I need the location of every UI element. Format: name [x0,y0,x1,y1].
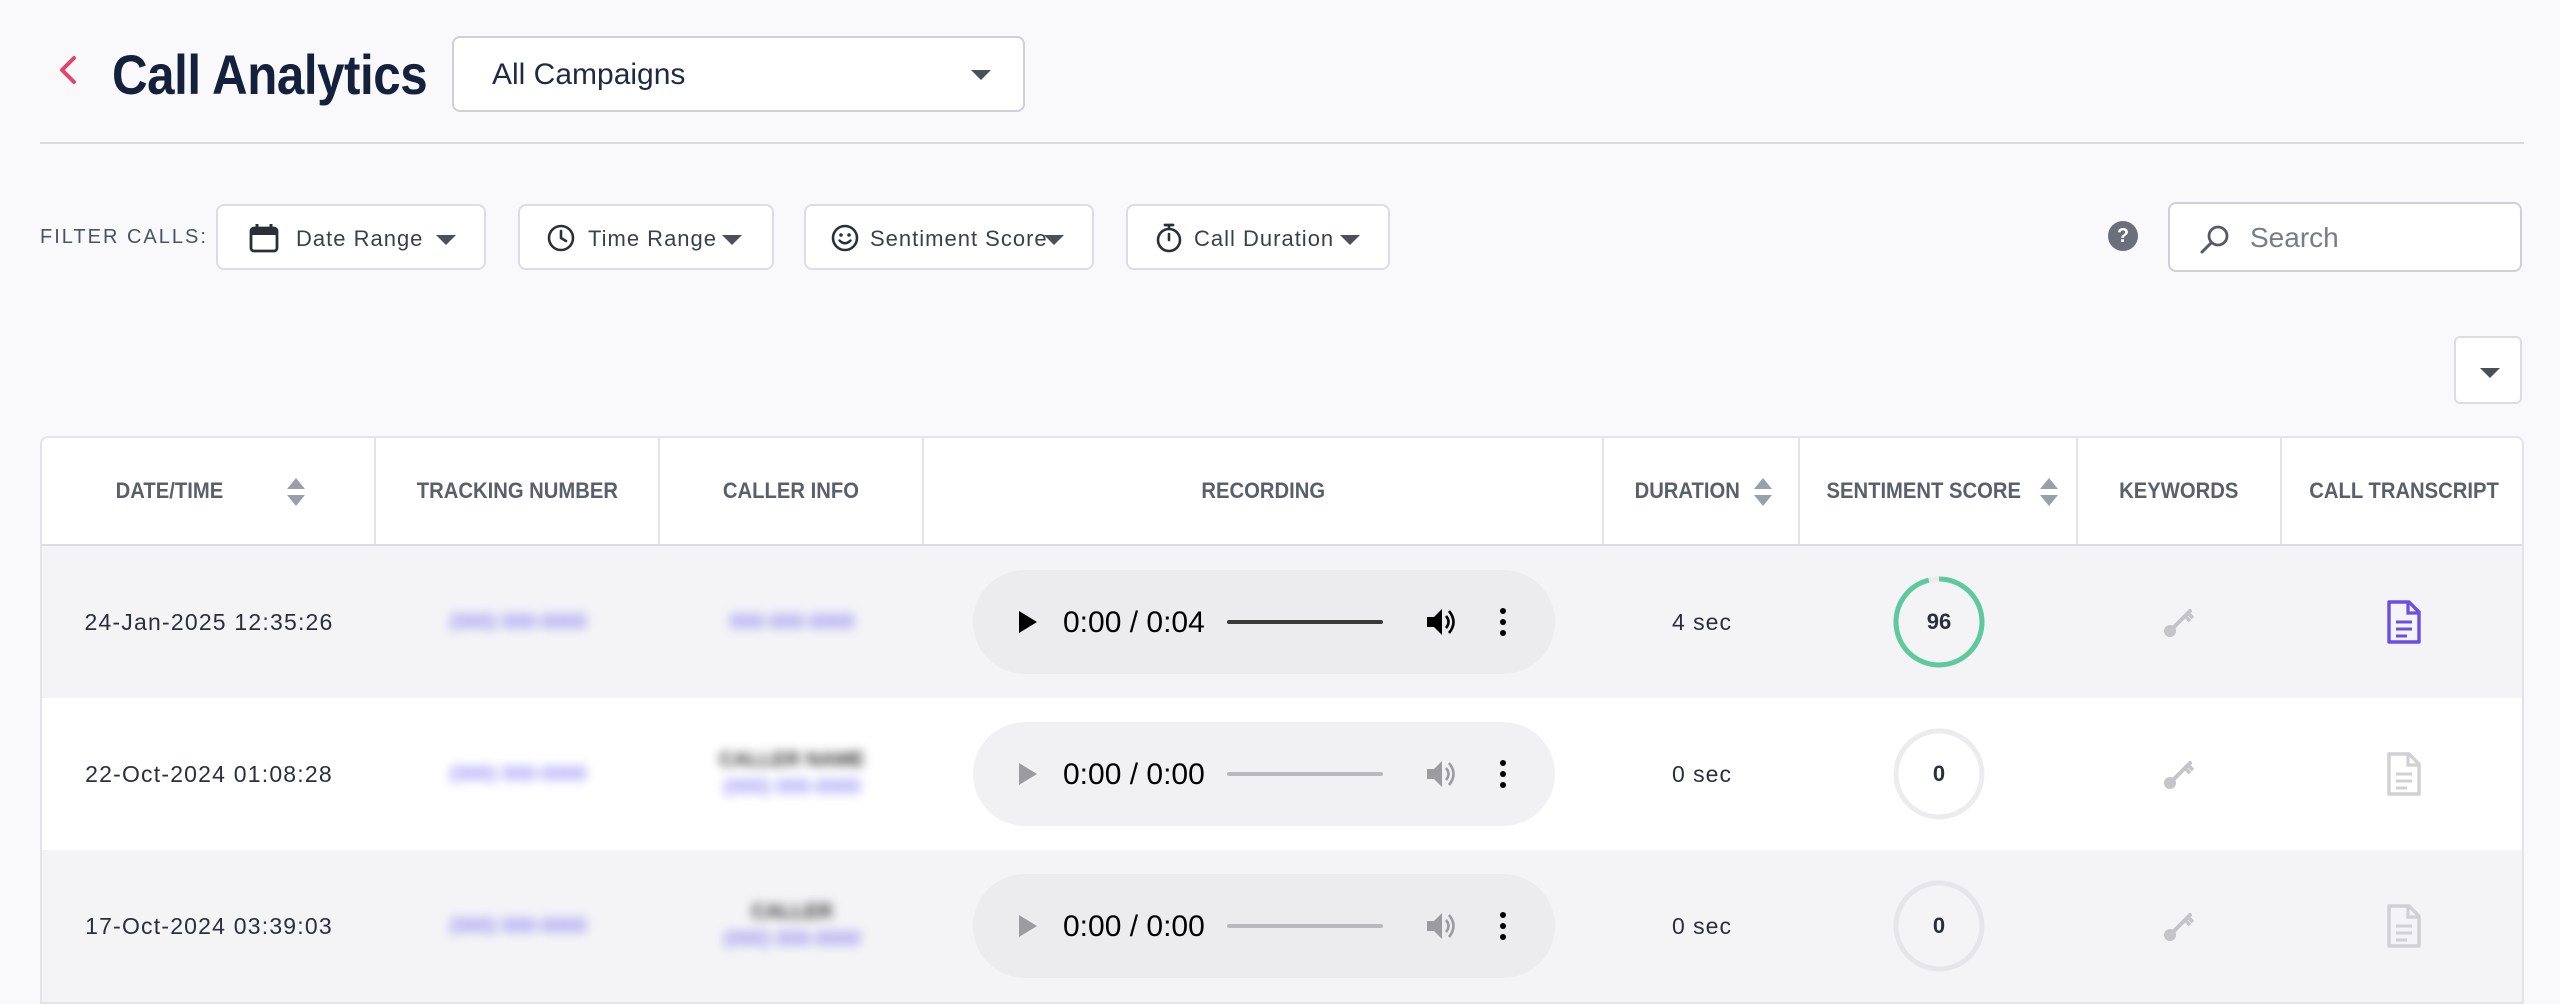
page-title: Call Analytics [112,43,428,106]
transcript-document-icon [2387,752,2421,796]
column-options-dropdown[interactable] [2454,336,2522,404]
search-input[interactable] [2250,218,2500,258]
chevron-down-icon [722,235,742,245]
time-range-label: Time Range [588,226,718,251]
table-row: 22-Oct-2024 01:08:28 (000) 000-0000 CALL… [42,698,2522,850]
chevron-down-icon [2480,368,2500,378]
clock-icon [547,224,575,252]
audio-player: 0:00 / 0:00 [973,874,1555,978]
filter-calls-label: FILTER CALLS: [40,226,208,248]
table-row: 17-Oct-2024 03:39:03 (000) 000-0000 CALL… [42,850,2522,1002]
calls-table: DATE/TIME TRACKING NUMBER CALLER INFO RE… [40,436,2524,1004]
sentiment-score-ring: 0 [1893,880,1985,972]
tracking-number-link[interactable]: (000) 000-0000 [450,611,587,634]
column-header-sentiment-score[interactable]: SENTIMENT SCORE [1800,438,2078,544]
caller-name: CALLER [751,901,833,923]
audio-player: 0:00 / 0:04 [973,570,1555,674]
play-icon[interactable] [1013,760,1041,788]
time-range-filter[interactable]: Time Range [518,204,774,270]
call-datetime: 17-Oct-2024 03:39:03 [85,912,333,939]
volume-icon[interactable] [1425,606,1459,638]
more-options-icon[interactable] [1497,606,1509,638]
tracking-number-link[interactable]: (000) 000-0000 [450,915,587,938]
column-header-caller-info: CALLER INFO [660,438,924,544]
date-range-filter[interactable]: Date Range [216,204,486,270]
smiley-icon [831,224,859,252]
more-options-icon[interactable] [1497,910,1509,942]
campaign-select-value: All Campaigns [492,58,686,91]
sort-icon[interactable] [1754,478,1773,507]
call-duration: 4 sec [1672,608,1732,635]
audio-progress-slider[interactable] [1227,924,1383,928]
caller-number-link[interactable]: (000) 000-0000 [724,928,861,951]
call-duration-filter[interactable]: Call Duration [1126,204,1390,270]
key-icon[interactable] [2162,909,2198,943]
stopwatch-icon [1156,223,1182,253]
table-row: 24-Jan-2025 12:35:26 (000) 000-0000 000-… [42,546,2522,698]
call-duration: 0 sec [1672,912,1732,939]
search-icon [2200,225,2229,254]
column-header-datetime[interactable]: DATE/TIME [42,438,376,544]
key-icon[interactable] [2162,605,2198,639]
transcript-document-icon[interactable] [2385,599,2423,645]
transcript-document-icon [2387,904,2421,948]
column-header-recording: RECORDING [924,438,1604,544]
volume-icon[interactable] [1425,758,1459,790]
caller-name: CALLER NAME [719,749,865,771]
caller-number-link[interactable]: (000) 000-0000 [724,776,861,799]
sentiment-score-filter[interactable]: Sentiment Score [804,204,1094,270]
back-arrow-icon[interactable] [48,50,88,90]
chevron-down-icon [436,235,456,245]
call-duration: 0 sec [1672,760,1732,787]
key-icon[interactable] [2162,757,2198,791]
chevron-down-icon [1340,235,1360,245]
call-duration-label: Call Duration [1194,226,1335,251]
call-datetime: 22-Oct-2024 01:08:28 [85,760,333,787]
date-range-label: Date Range [296,226,424,251]
page-header: Call Analytics All Campaigns [40,36,2524,144]
campaign-select[interactable]: All Campaigns [452,36,1025,112]
column-header-tracking-number: TRACKING NUMBER [376,438,660,544]
caller-info: CALLER NAME (000) 000-0000 [719,749,865,799]
table-header: DATE/TIME TRACKING NUMBER CALLER INFO RE… [42,438,2522,546]
caller-number-link[interactable]: 000-000-0000 [730,611,855,634]
sentiment-score-ring: 96 [1893,576,1985,668]
play-icon[interactable] [1013,608,1041,636]
column-header-keywords: KEYWORDS [2078,438,2282,544]
column-header-duration[interactable]: DURATION [1604,438,1800,544]
recording-time: 0:00 / 0:04 [1063,606,1205,639]
help-icon[interactable]: ? [2108,221,2138,251]
calendar-icon [249,224,279,253]
caller-info: CALLER (000) 000-0000 [724,901,861,951]
audio-progress-slider[interactable] [1227,772,1383,776]
recording-time: 0:00 / 0:00 [1063,758,1205,791]
audio-player: 0:00 / 0:00 [973,722,1555,826]
more-options-icon[interactable] [1497,758,1509,790]
sentiment-score-value: 0 [1932,913,1946,938]
recording-time: 0:00 / 0:00 [1063,910,1205,943]
audio-progress-slider[interactable] [1227,620,1383,624]
column-header-call-transcript: CALL TRANSCRIPT [2309,478,2499,503]
sort-icon[interactable] [287,478,306,507]
sentiment-score-label: Sentiment Score [870,226,1048,251]
chevron-down-icon [971,70,991,80]
volume-icon[interactable] [1425,910,1459,942]
caller-info: 000-000-0000 [730,611,855,634]
sort-icon[interactable] [2039,478,2058,507]
tracking-number-link[interactable]: (000) 000-0000 [450,763,587,786]
sentiment-score-value: 0 [1932,761,1946,786]
sentiment-score-ring: 0 [1893,728,1985,820]
call-datetime: 24-Jan-2025 12:35:26 [84,608,334,635]
chevron-down-icon [1044,235,1064,245]
sentiment-score-value: 96 [1926,609,1952,634]
search-box [2168,202,2522,272]
play-icon[interactable] [1013,912,1041,940]
